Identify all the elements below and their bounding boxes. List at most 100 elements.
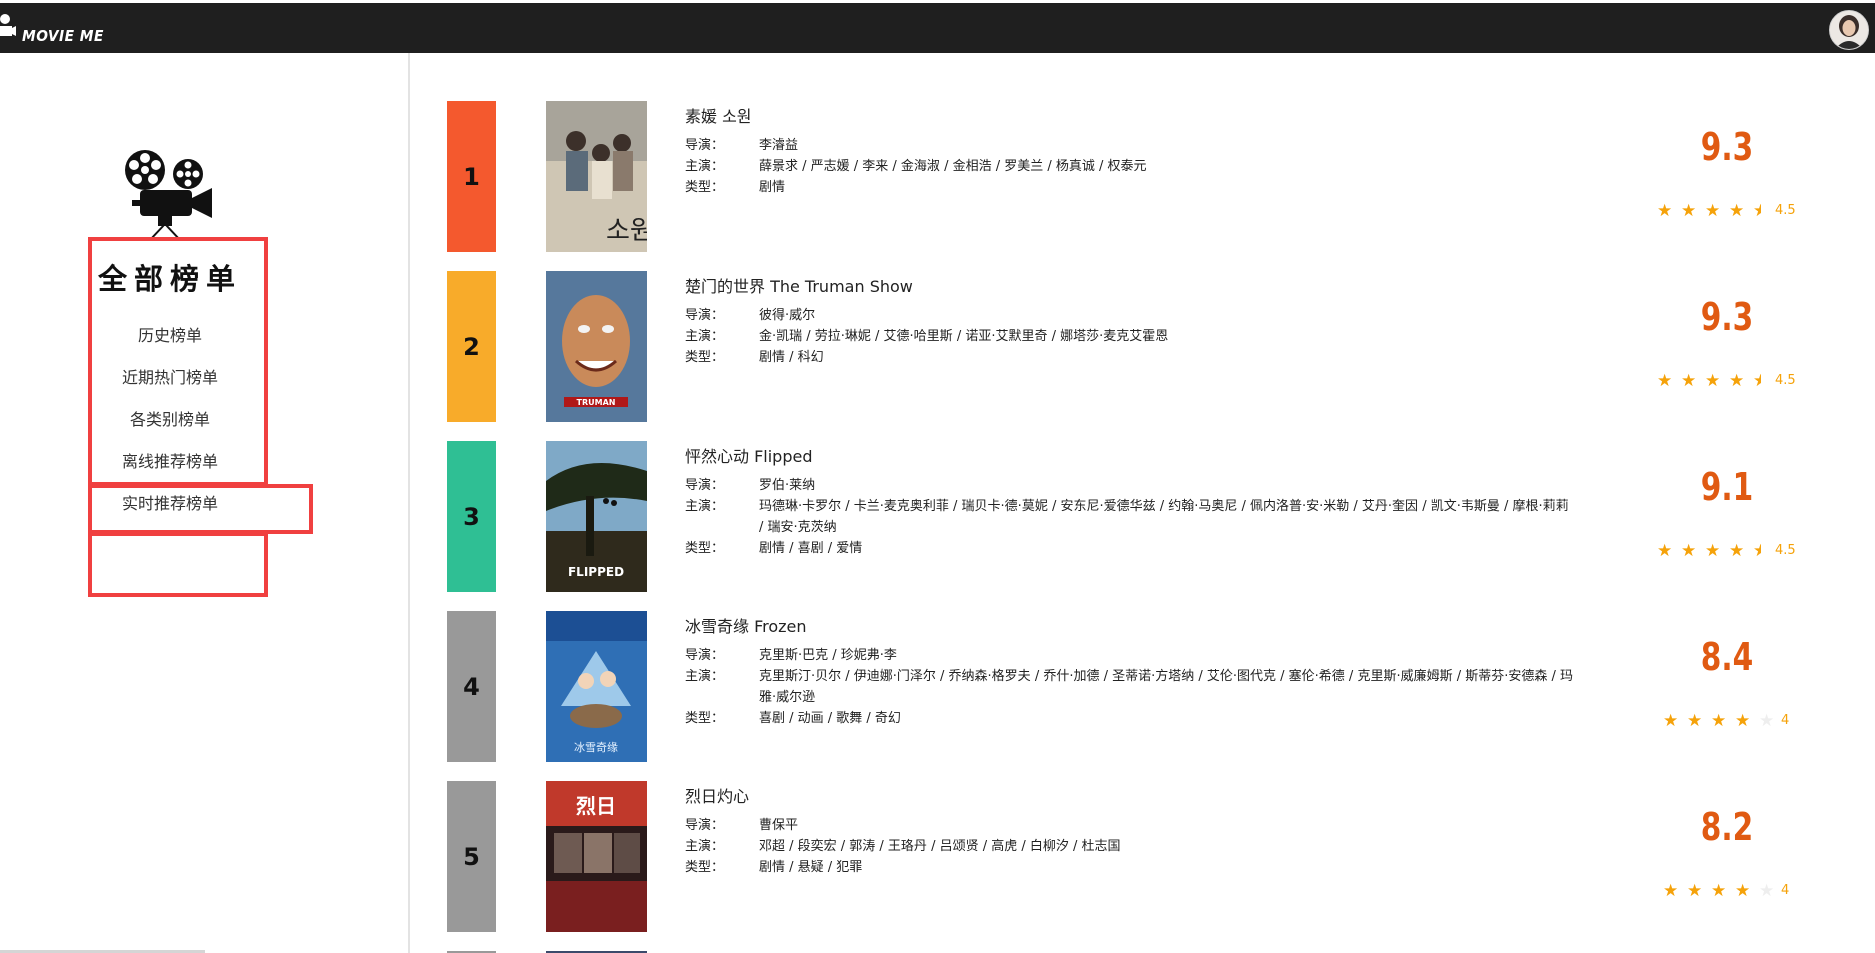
star-full-icon: ★ <box>1735 881 1751 901</box>
genre-value: 剧情 <box>759 180 786 195</box>
rank-badge: 2 <box>447 271 496 422</box>
star-rating: ★ ★ ★ ★ ★ 4 <box>1657 881 1807 901</box>
star-full-icon: ★ <box>1711 881 1727 901</box>
movie-title[interactable]: 怦然心动 Flipped <box>685 443 813 467</box>
star-full-icon: ★ <box>1705 541 1721 561</box>
director-label: 导演： <box>685 818 725 833</box>
director-value: 克里斯·巴克 / 珍妮弗·李 <box>759 648 897 663</box>
user-avatar[interactable] <box>1829 10 1869 50</box>
brand-name[interactable]: MOVIE ME <box>22 27 104 45</box>
cast-value: 邓超 / 段奕宏 / 郭涛 / 王珞丹 / 吕颂贤 / 高虎 / 白柳汐 / 杜… <box>759 839 1121 854</box>
rating-value: 4 <box>1781 883 1790 898</box>
movie-score: 9.3 <box>1700 125 1754 169</box>
rating-value: 4.5 <box>1775 203 1796 218</box>
film-projector-icon <box>125 150 212 241</box>
star-full-icon: ★ <box>1663 881 1679 901</box>
star-empty-icon: ★ <box>1759 711 1775 731</box>
genre-label: 类型： <box>685 860 725 875</box>
highlight-box-selected <box>88 484 313 534</box>
movie-info: 导演： 罗伯·莱纳 主演： 玛德琳·卡罗尔 / 卡兰·麦克奥利菲 / 瑞贝卡·德·莫… <box>685 475 1575 559</box>
director-label: 导演： <box>685 478 725 493</box>
cast-value: 玛德琳·卡罗尔 / 卡兰·麦克奥利菲 / 瑞贝卡·德·莫妮 / 安东尼·爱德华兹… <box>759 499 1569 535</box>
sidebar-divider <box>408 53 410 953</box>
movie-info: 导演： 克里斯·巴克 / 珍妮弗·李 主演： 克里斯汀·贝尔 / 伊迪娜·门泽尔 /… <box>685 645 1575 729</box>
cast-label: 主演： <box>685 499 725 514</box>
rank-badge: 5 <box>447 781 496 932</box>
rank-badge: 4 <box>447 611 496 762</box>
star-empty-icon: ★ <box>1759 881 1775 901</box>
highlight-box-top <box>88 237 268 486</box>
rating-value: 4 <box>1781 713 1790 728</box>
star-full-icon: ★ <box>1735 711 1751 731</box>
movie-score: 9.3 <box>1700 295 1754 339</box>
movie-score: 9.1 <box>1700 465 1754 509</box>
director-label: 导演： <box>685 138 725 153</box>
movie-info: 导演： 曹保平 主演： 邓超 / 段奕宏 / 郭涛 / 王珞丹 / 吕颂贤 / 高虎… <box>685 815 1575 878</box>
star-rating: ★ ★ ★ ★ ★ 4.5 <box>1657 371 1807 391</box>
star-full-icon: ★ <box>1711 711 1727 731</box>
genre-value: 剧情 / 喜剧 / 爱情 <box>759 541 863 556</box>
movie-row[interactable]: 1 소원 素媛 소원 导演： 李濬益 主演： 薛景求 / 严志媛 / 李来 / 金海… <box>447 101 1847 253</box>
movie-info: 导演： 彼得·威尔 主演： 金·凯瑞 / 劳拉·琳妮 / 艾德·哈里斯 / 诺亚·艾… <box>685 305 1575 368</box>
highlight-box-bottom <box>88 532 268 597</box>
star-full-icon: ★ <box>1687 881 1703 901</box>
rank-badge: 3 <box>447 441 496 592</box>
star-rating: ★ ★ ★ ★ ★ 4.5 <box>1657 201 1807 221</box>
star-full-icon: ★ <box>1729 541 1745 561</box>
star-full-icon: ★ <box>1681 201 1697 221</box>
genre-label: 类型： <box>685 180 725 195</box>
svg-text:TRUMAN: TRUMAN <box>577 398 616 407</box>
movie-title[interactable]: 楚门的世界 The Truman Show <box>685 273 913 297</box>
movie-poster[interactable]: 冰雪奇缘 <box>546 611 647 762</box>
cast-value: 薛景求 / 严志媛 / 李来 / 金海淑 / 金相浩 / 罗美兰 / 杨真诚 /… <box>759 159 1147 174</box>
star-half-icon: ★ <box>1753 541 1761 561</box>
star-half-icon: ★ <box>1753 201 1761 221</box>
star-full-icon: ★ <box>1729 201 1745 221</box>
director-label: 导演： <box>685 648 725 663</box>
genre-label: 类型： <box>685 711 725 726</box>
movie-score: 8.2 <box>1700 805 1754 849</box>
star-full-icon: ★ <box>1681 541 1697 561</box>
star-full-icon: ★ <box>1729 371 1745 391</box>
cast-label: 主演： <box>685 839 725 854</box>
movie-poster[interactable]: 소원 <box>546 101 647 252</box>
rating-value: 4.5 <box>1775 543 1796 558</box>
movie-row[interactable]: 3 FLIPPED 怦然心动 Flipped 导演： 罗伯·莱纳 主演： 玛德琳·卡… <box>447 441 1847 593</box>
genre-value: 剧情 / 悬疑 / 犯罪 <box>759 860 863 875</box>
star-rating: ★ ★ ★ ★ ★ 4 <box>1657 711 1807 731</box>
movie-title[interactable]: 冰雪奇缘 Frozen <box>685 613 807 637</box>
movie-row[interactable]: 4 冰雪奇缘 冰雪奇缘 Frozen 导演： 克里斯·巴克 / 珍妮弗·李 主演：… <box>447 611 1847 763</box>
genre-value: 剧情 / 科幻 <box>759 350 824 365</box>
star-full-icon: ★ <box>1663 711 1679 731</box>
rating-value: 4.5 <box>1775 373 1796 388</box>
genre-value: 喜剧 / 动画 / 歌舞 / 奇幻 <box>759 711 901 726</box>
genre-label: 类型： <box>685 541 725 556</box>
movie-poster[interactable]: 烈日 <box>546 781 647 932</box>
camera-logo-icon <box>0 14 16 36</box>
star-full-icon: ★ <box>1657 541 1673 561</box>
movie-title[interactable]: 烈日灼心 <box>685 783 749 807</box>
movie-info: 导演： 李濬益 主演： 薛景求 / 严志媛 / 李来 / 金海淑 / 金相浩 / 罗… <box>685 135 1575 198</box>
cast-label: 主演： <box>685 159 725 174</box>
svg-text:冰雪奇缘: 冰雪奇缘 <box>574 741 618 754</box>
cast-label: 主演： <box>685 669 725 684</box>
star-full-icon: ★ <box>1681 371 1697 391</box>
director-value: 曹保平 <box>759 818 799 833</box>
director-value: 罗伯·莱纳 <box>759 478 816 493</box>
star-rating: ★ ★ ★ ★ ★ 4.5 <box>1657 541 1807 561</box>
movie-poster[interactable]: FLIPPED <box>546 441 647 592</box>
svg-text:烈日: 烈日 <box>576 794 616 818</box>
genre-label: 类型： <box>685 350 725 365</box>
movie-poster[interactable]: TRUMAN <box>546 271 647 422</box>
star-full-icon: ★ <box>1705 371 1721 391</box>
star-full-icon: ★ <box>1687 711 1703 731</box>
star-full-icon: ★ <box>1657 371 1673 391</box>
cast-value: 克里斯汀·贝尔 / 伊迪娜·门泽尔 / 乔纳森·格罗夫 / 乔什·加德 / 圣蒂… <box>759 669 1573 705</box>
svg-text:FLIPPED: FLIPPED <box>568 565 624 579</box>
rank-badge: 1 <box>447 101 496 252</box>
star-full-icon: ★ <box>1705 201 1721 221</box>
movie-title[interactable]: 素媛 소원 <box>685 103 752 127</box>
movie-row[interactable]: 2 TRUMAN 楚门的世界 The Truman Show 导演： 彼得·威尔 … <box>447 271 1847 423</box>
avatar-image <box>1830 11 1868 49</box>
movie-row[interactable]: 5 烈日 烈日灼心 导演： 曹保平 主演： 邓超 / 段奕宏 / 郭涛 / 王珞丹 … <box>447 781 1847 933</box>
